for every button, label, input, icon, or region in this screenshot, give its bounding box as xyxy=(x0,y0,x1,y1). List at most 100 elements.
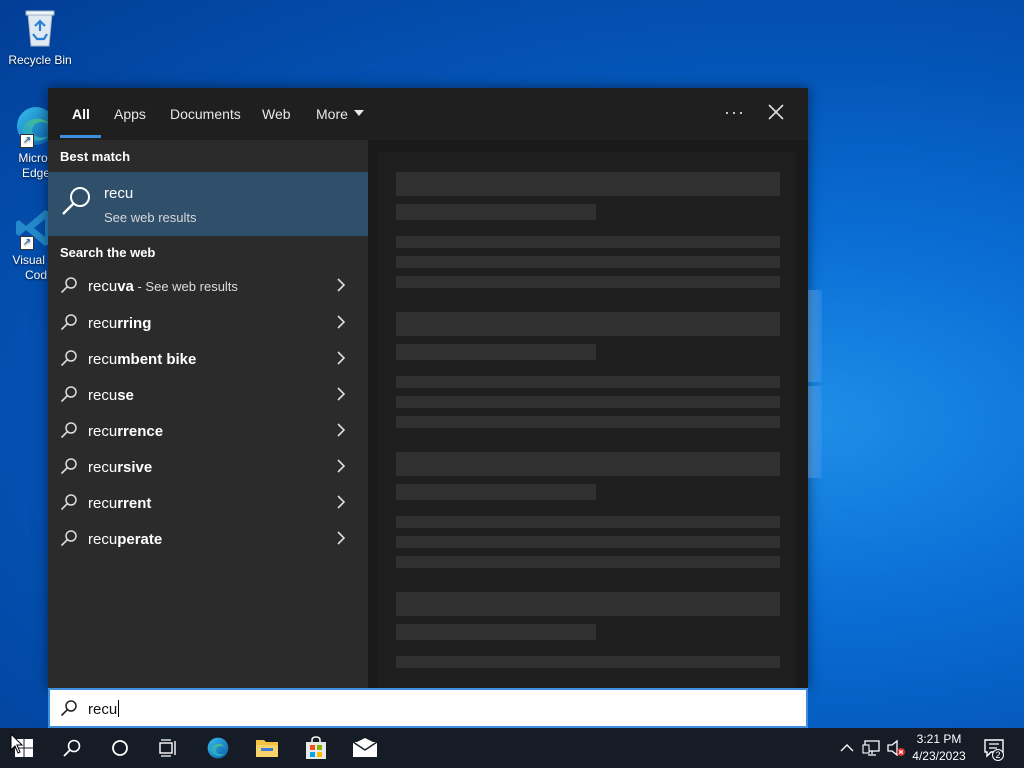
chevron-right-icon[interactable] xyxy=(336,278,346,292)
suggestion-completion: rring xyxy=(117,315,152,332)
search-web-header: Search the web xyxy=(60,245,156,260)
skeleton-bar xyxy=(396,236,780,248)
chevron-right-icon[interactable] xyxy=(336,387,346,401)
suggestion-typed: recu xyxy=(88,278,118,295)
best-match-subtitle: See web results xyxy=(104,210,197,225)
volume-tray-button[interactable] xyxy=(884,728,906,768)
suggestion-text: recurrence xyxy=(88,423,163,440)
shortcut-arrow-icon: ↗ xyxy=(20,236,34,250)
edge-icon xyxy=(207,737,229,759)
skeleton-bar xyxy=(396,416,780,428)
chevron-right-icon[interactable] xyxy=(336,495,346,509)
task-view-button[interactable] xyxy=(144,728,192,768)
search-tabbar: All Apps Documents Web More ··· xyxy=(48,88,808,140)
web-suggestion-item[interactable]: recurring xyxy=(48,305,368,341)
web-suggestion-item[interactable]: recuse xyxy=(48,377,368,413)
web-suggestion-item[interactable]: recuva - See web results xyxy=(48,268,368,304)
shortcut-arrow-icon: ↗ xyxy=(20,134,34,148)
skeleton-bar xyxy=(396,204,596,220)
suggestion-completion: rrent xyxy=(117,495,152,512)
show-hidden-icons-button[interactable] xyxy=(838,728,858,768)
skeleton-bar xyxy=(396,656,780,668)
suggestion-completion: rrence xyxy=(117,423,164,440)
suggestion-note: - See web results xyxy=(133,279,238,294)
wallpaper-logo-pane-top xyxy=(808,290,822,382)
skeleton-bar xyxy=(396,256,780,268)
chevron-right-icon[interactable] xyxy=(336,423,346,437)
taskbar-edge-button[interactable] xyxy=(194,728,242,768)
notification-count-badge: 2 xyxy=(992,749,1004,761)
mail-icon xyxy=(352,738,378,757)
taskbar-file-explorer-button[interactable] xyxy=(243,728,291,768)
search-input-value: recu xyxy=(88,701,118,718)
search-icon xyxy=(60,350,77,367)
tab-all[interactable]: All xyxy=(72,106,90,122)
best-match-item[interactable]: recu See web results xyxy=(48,172,368,236)
chevron-right-icon[interactable] xyxy=(336,459,346,473)
skeleton-bar xyxy=(396,556,780,568)
skeleton-bar xyxy=(396,624,596,640)
close-button[interactable] xyxy=(764,100,788,124)
cortana-icon xyxy=(112,740,128,756)
tab-apps[interactable]: Apps xyxy=(114,106,146,122)
suggestion-completion: va xyxy=(117,278,134,295)
preview-pane xyxy=(368,140,808,688)
tab-more[interactable]: More xyxy=(316,106,364,122)
suggestion-text: recuse xyxy=(88,387,134,404)
recycle-bin-icon xyxy=(18,6,62,50)
chevron-right-icon[interactable] xyxy=(336,315,346,329)
tab-web[interactable]: Web xyxy=(262,106,291,122)
skeleton-bar xyxy=(396,536,780,548)
web-suggestion-item[interactable]: recumbent bike xyxy=(48,341,368,377)
web-suggestion-item[interactable]: recursive xyxy=(48,449,368,485)
skeleton-bar xyxy=(396,516,780,528)
suggestion-text: recumbent bike xyxy=(88,351,196,368)
close-icon xyxy=(768,104,784,120)
desktop-icon-recycle-bin[interactable]: Recycle Bin xyxy=(0,6,80,67)
task-view-icon xyxy=(159,739,176,757)
cortana-button[interactable] xyxy=(96,728,144,768)
suggestion-typed: recu xyxy=(88,531,118,548)
suggestion-text: recuva - See web results xyxy=(88,278,238,295)
search-icon xyxy=(60,314,77,331)
suggestion-typed: recu xyxy=(88,423,118,440)
network-icon xyxy=(862,740,880,756)
search-input[interactable]: recu xyxy=(88,700,120,718)
action-center-button[interactable] xyxy=(980,728,1014,768)
tab-active-indicator xyxy=(60,135,101,138)
results-list: Best match recu See web results Search t… xyxy=(48,140,368,688)
web-suggestion-item[interactable]: recuperate xyxy=(48,521,368,557)
folder-icon xyxy=(256,740,278,757)
skeleton-bar xyxy=(396,276,780,288)
taskbar-search-button[interactable] xyxy=(48,728,96,768)
chevron-right-icon[interactable] xyxy=(336,531,346,545)
suggestion-completion: rsive xyxy=(117,459,153,476)
skeleton-bar xyxy=(396,484,596,500)
clock-time: 3:21 PM xyxy=(916,732,962,746)
taskbar: 3:21 PM 4/23/2023 2 xyxy=(0,728,1024,768)
web-suggestion-item[interactable]: recurrent xyxy=(48,485,368,521)
more-options-button[interactable]: ··· xyxy=(724,102,745,123)
suggestion-typed: recu xyxy=(88,459,118,476)
tab-documents[interactable]: Documents xyxy=(170,106,241,122)
caret-down-icon xyxy=(353,110,364,116)
search-panel: All Apps Documents Web More ··· Best mat… xyxy=(48,88,808,688)
taskbar-store-button[interactable] xyxy=(292,728,340,768)
taskbar-mail-button[interactable] xyxy=(341,728,389,768)
suggestion-typed: recu xyxy=(88,387,118,404)
web-suggestion-item[interactable]: recurrence xyxy=(48,413,368,449)
clock-date: 4/23/2023 xyxy=(912,749,966,763)
best-match-title: recu xyxy=(104,185,134,202)
search-input-box[interactable]: recu xyxy=(48,688,808,728)
taskbar-clock[interactable]: 3:21 PM 4/23/2023 xyxy=(906,731,972,765)
skeleton-bar xyxy=(396,312,780,336)
network-tray-button[interactable] xyxy=(860,728,882,768)
chevron-right-icon[interactable] xyxy=(336,351,346,365)
suggestion-text: recurring xyxy=(88,315,151,332)
skeleton-bar xyxy=(396,376,780,388)
suggestion-typed: recu xyxy=(88,351,118,368)
chevron-up-icon xyxy=(840,744,854,752)
start-button[interactable] xyxy=(0,728,48,768)
suggestion-typed: recu xyxy=(88,315,118,332)
wallpaper-logo-pane-bottom xyxy=(808,386,822,478)
